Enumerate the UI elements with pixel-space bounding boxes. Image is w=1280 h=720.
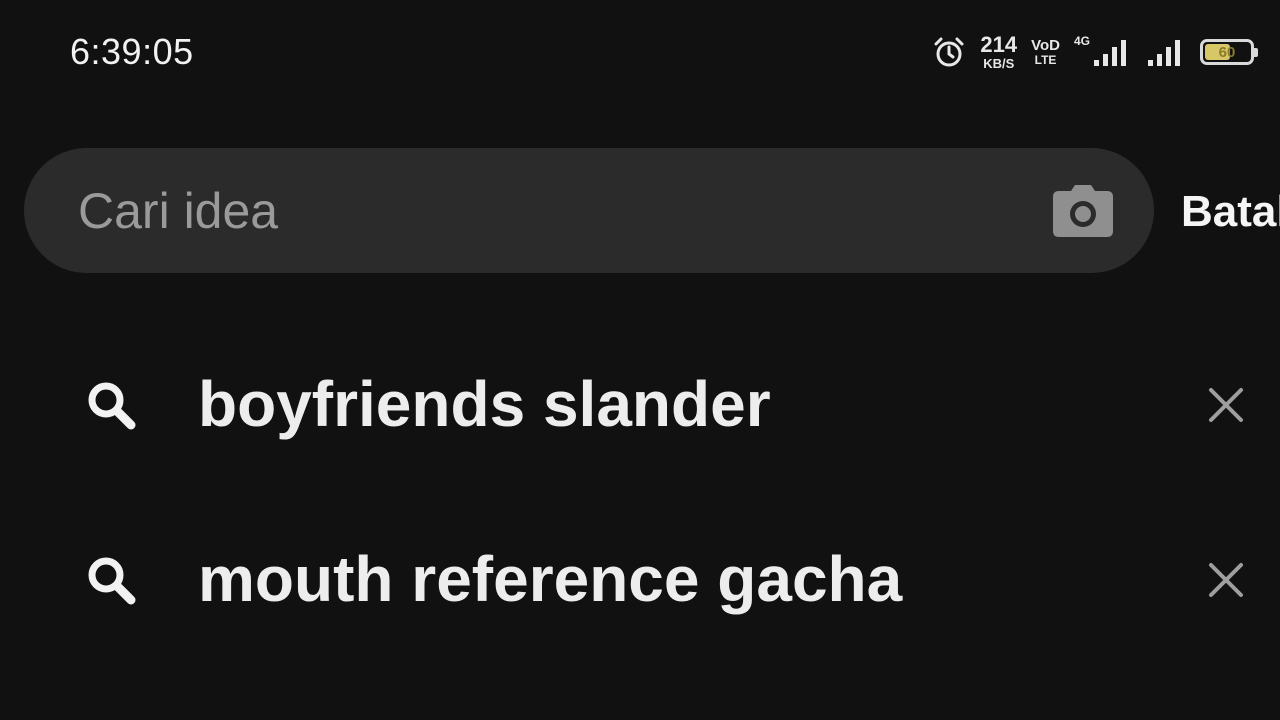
volte-indicator: VoD LTE	[1031, 38, 1060, 66]
cancel-button[interactable]: Batal	[1181, 182, 1280, 242]
network-speed-value: 214	[980, 32, 1018, 57]
recent-search-label: boyfriends slander	[198, 368, 771, 440]
status-icons: 214 KB/S VoD LTE 4G 60	[932, 30, 1258, 74]
close-icon	[1209, 563, 1243, 597]
screen: 6:39:05 214 KB/S VoD LTE 4G 60 Cari idea…	[0, 0, 1280, 720]
search-icon	[88, 382, 136, 430]
alarm-icon	[932, 35, 966, 69]
remove-recent-search-button[interactable]	[1200, 379, 1252, 431]
search-icon	[88, 557, 136, 605]
camera-icon	[1053, 185, 1113, 237]
signal-strength-icon	[1092, 36, 1132, 68]
close-icon	[1209, 388, 1243, 422]
volte-top: VoD	[1031, 37, 1060, 54]
volte-bottom: LTE	[1034, 53, 1057, 67]
battery-level: 60	[1218, 43, 1236, 61]
signal-strength-icon	[1146, 36, 1186, 68]
remove-recent-search-button[interactable]	[1200, 554, 1252, 606]
battery-icon: 60	[1200, 39, 1258, 65]
recent-search-label: mouth reference gacha	[198, 543, 903, 615]
network-speed-unit: KB/S	[983, 56, 1015, 71]
search-bar	[24, 148, 1154, 273]
camera-search-button[interactable]	[1050, 180, 1116, 242]
recent-search-item[interactable]: boyfriends slander	[0, 338, 1280, 468]
network-speed: 214 KB/S	[980, 32, 1018, 71]
search-input[interactable]	[78, 148, 1018, 273]
status-time: 6:39:05	[70, 31, 194, 72]
recent-search-item[interactable]: mouth reference gacha	[0, 513, 1280, 643]
network-type: 4G	[1073, 34, 1090, 48]
